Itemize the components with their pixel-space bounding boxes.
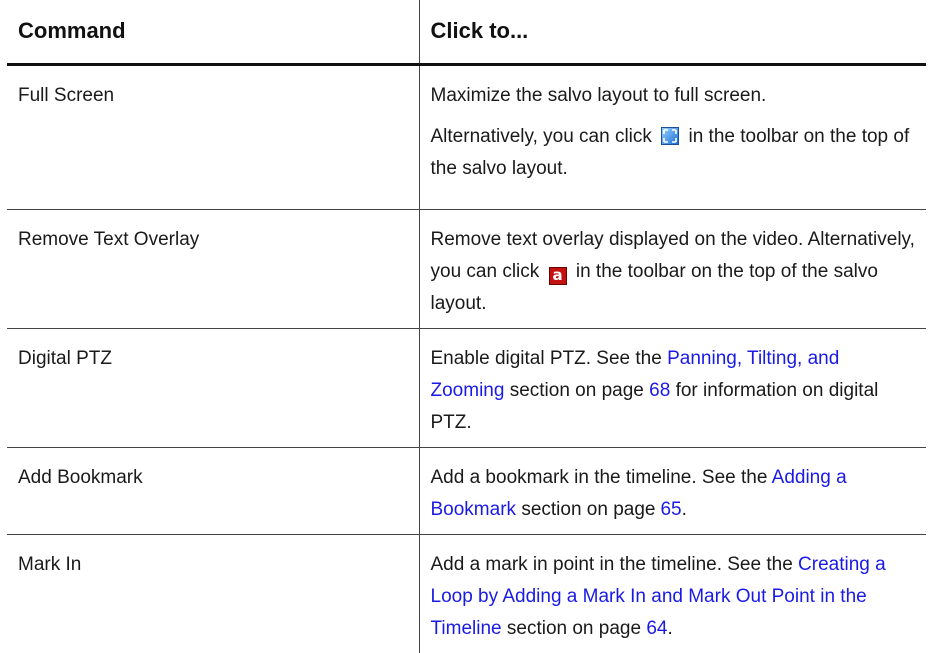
action-text: Remove text overlay displayed on the vid… xyxy=(431,224,919,320)
action-text: Maximize the salvo layout to full screen… xyxy=(431,80,919,112)
page-link[interactable]: 68 xyxy=(649,380,670,401)
command-column-header: Command xyxy=(7,0,419,65)
table-header-row: Command Click to... xyxy=(7,0,926,65)
text-segment: Alternatively, you can click xyxy=(431,126,652,147)
command-add-bookmark: Add Bookmark xyxy=(7,448,419,535)
action-column-header: Click to... xyxy=(419,0,926,65)
text-segment: section on page xyxy=(507,618,641,639)
table-row: Remove Text Overlay Remove text overlay … xyxy=(7,210,926,329)
table-row: Add Bookmark Add a bookmark in the timel… xyxy=(7,448,926,535)
text-segment: . xyxy=(682,499,687,520)
command-full-screen: Full Screen xyxy=(7,65,419,210)
full-screen-icon xyxy=(661,127,679,145)
text-segment: section on page xyxy=(510,380,644,401)
action-cell: Add a bookmark in the timeline. See the … xyxy=(419,448,926,535)
command-table: Command Click to... Full Screen Maximize… xyxy=(7,0,926,653)
page-link[interactable]: 64 xyxy=(646,618,667,639)
action-text: Alternatively, you can click in the tool… xyxy=(431,121,919,185)
table-row: Full Screen Maximize the salvo layout to… xyxy=(7,65,926,210)
text-segment: Enable digital PTZ. See the xyxy=(431,348,662,369)
action-cell: Remove text overlay displayed on the vid… xyxy=(419,210,926,329)
action-cell: Maximize the salvo layout to full screen… xyxy=(419,65,926,210)
text-segment: Remove text overlay displayed on the vid… xyxy=(431,229,804,250)
text-segment: Add a bookmark in the timeline. See the xyxy=(431,467,768,488)
command-mark-in: Mark In xyxy=(7,535,419,653)
action-cell: Add a mark in point in the timeline. See… xyxy=(419,535,926,653)
action-cell: Enable digital PTZ. See the Panning, Til… xyxy=(419,329,926,448)
command-digital-ptz: Digital PTZ xyxy=(7,329,419,448)
table-row: Digital PTZ Enable digital PTZ. See the … xyxy=(7,329,926,448)
page-link[interactable]: 65 xyxy=(660,499,681,520)
text-segment: . xyxy=(667,618,672,639)
text-segment: section on page xyxy=(521,499,655,520)
command-remove-text-overlay: Remove Text Overlay xyxy=(7,210,419,329)
text-overlay-icon: a xyxy=(549,267,567,285)
text-segment: Add a mark in point in the timeline. See… xyxy=(431,554,793,575)
table-row: Mark In Add a mark in point in the timel… xyxy=(7,535,926,653)
